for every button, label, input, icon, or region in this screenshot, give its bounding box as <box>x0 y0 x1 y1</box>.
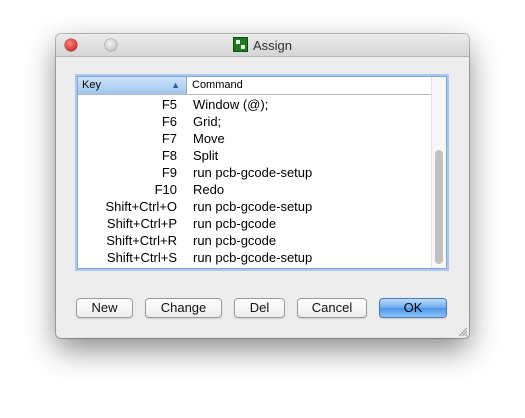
table-row[interactable]: Shift+Ctrl+P run pcb-gcode <box>78 215 432 232</box>
command-cell: Move <box>193 131 225 146</box>
new-button[interactable]: New <box>76 298 133 318</box>
command-cell: run pcb-gcode-setup <box>193 199 313 214</box>
key-cell: Shift+Ctrl+P <box>106 216 177 231</box>
key-cell: F5 <box>161 97 177 112</box>
key-cell: Shift+Ctrl+O <box>105 199 177 214</box>
key-cell: F6 <box>161 114 177 129</box>
vertical-scrollbar[interactable] <box>431 77 446 268</box>
column-header-key[interactable]: Key ▲ <box>78 77 187 94</box>
column-header-key-label: Key <box>82 79 101 91</box>
key-assignments-table[interactable]: Key ▲ Command F5 Window (@); F6 Grid; F7… <box>77 76 447 269</box>
table-row[interactable]: F6 Grid; <box>78 113 432 130</box>
command-cell: run pcb-gcode <box>193 233 277 248</box>
command-cell: Window (@); <box>193 97 269 112</box>
window-title-group: Assign <box>56 37 469 53</box>
scrollbar-thumb[interactable] <box>435 150 443 264</box>
command-cell: Split <box>193 148 219 163</box>
command-cell: run pcb-gcode <box>193 216 277 231</box>
ok-button[interactable]: OK <box>379 298 447 318</box>
key-cell: Shift+Ctrl+S <box>106 250 177 265</box>
table-row[interactable]: F9 run pcb-gcode-setup <box>78 164 432 181</box>
table-row[interactable]: Shift+Ctrl+S run pcb-gcode-setup <box>78 249 432 266</box>
column-header-command[interactable]: Command <box>188 77 432 94</box>
cancel-button[interactable]: Cancel <box>297 298 367 318</box>
assign-dialog: Assign Key ▲ Command F5 Window (@); F6 G… <box>56 34 469 338</box>
column-header-command-label: Command <box>192 79 243 91</box>
command-cell: Grid; <box>193 114 222 129</box>
sort-ascending-icon: ▲ <box>171 80 180 90</box>
table-row[interactable]: F10 Redo <box>78 181 432 198</box>
key-cell: Shift+Ctrl+R <box>106 233 177 248</box>
table-row[interactable]: Shift+Ctrl+O run pcb-gcode-setup <box>78 198 432 215</box>
table-row[interactable]: F7 Move <box>78 130 432 147</box>
command-cell: run pcb-gcode-setup <box>193 165 313 180</box>
eagle-app-icon <box>232 37 248 52</box>
key-cell: F7 <box>161 131 177 146</box>
table-row[interactable]: F8 Split <box>78 147 432 164</box>
command-cell: Redo <box>193 182 225 197</box>
command-cell: run pcb-gcode-setup <box>193 250 313 265</box>
title-bar[interactable]: Assign <box>56 34 469 57</box>
resize-grip-icon[interactable] <box>457 326 467 336</box>
key-cell: F10 <box>154 182 177 197</box>
key-cell: F8 <box>161 148 177 163</box>
table-body: F5 Window (@); F6 Grid; F7 Move F8 Split… <box>78 96 432 266</box>
window-title: Assign <box>252 38 293 53</box>
del-button[interactable]: Del <box>234 298 285 318</box>
table-row[interactable]: Shift+Ctrl+R run pcb-gcode <box>78 232 432 249</box>
change-button[interactable]: Change <box>145 298 222 318</box>
key-cell: F9 <box>161 165 177 180</box>
table-header: Key ▲ Command <box>78 77 432 95</box>
table-row[interactable]: F5 Window (@); <box>78 96 432 113</box>
